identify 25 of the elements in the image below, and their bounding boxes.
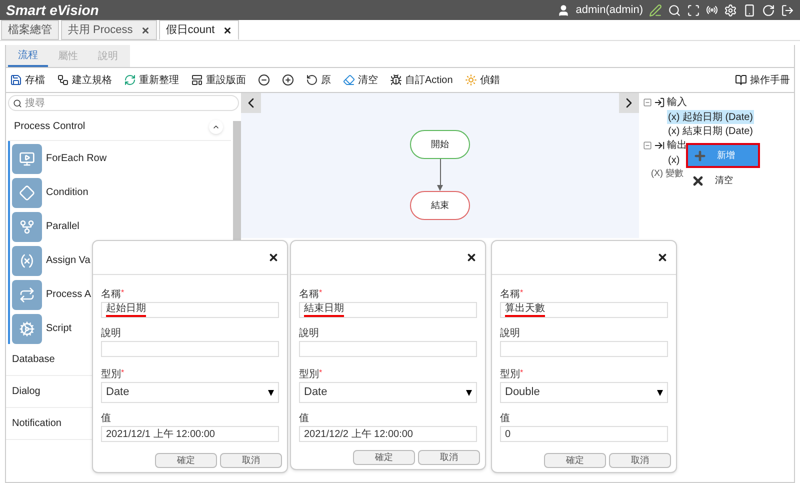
field-label: 值 [500,412,511,426]
field-value: 算出天數 [505,303,545,317]
field-value: 2021/12/2 上午 12:00:00 [304,428,413,442]
field-label: 名稱 [299,288,319,302]
required-mark: * [121,367,124,379]
required-mark: * [319,287,322,299]
field-label: 型別 [299,368,319,382]
field-label: 名稱 [101,288,121,302]
field-value: 結束日期 [304,303,344,317]
required-mark: * [520,287,524,299]
field-label: 值 [299,412,310,426]
field-value: 2021/12/1 上午 12:00:00 [106,428,215,442]
field-value: 起始日期 [106,303,146,317]
required-mark: * [319,367,322,379]
required-mark: * [121,287,124,299]
field-label: 型別 [101,368,121,382]
field-label: 說明 [101,326,122,341]
app-title: Smart eVision [6,0,99,20]
field-label: 型別 [500,368,520,382]
field-label: 值 [101,412,112,426]
field-value: 0 [505,428,511,442]
field-label: 說明 [299,326,320,341]
required-mark: * [520,367,524,379]
field-label: 說明 [500,326,521,341]
field-label: 名稱 [500,288,520,302]
